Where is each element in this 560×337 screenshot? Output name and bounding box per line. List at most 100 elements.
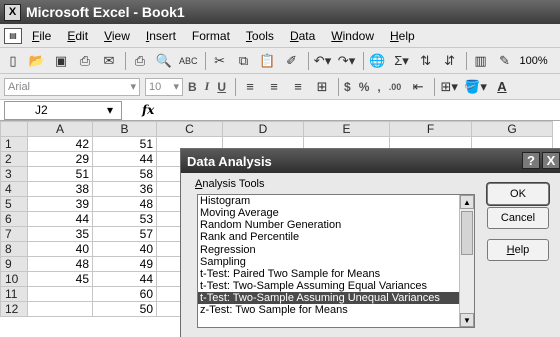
underline-button[interactable]: U bbox=[217, 80, 226, 94]
email-icon[interactable]: ✉ bbox=[100, 51, 118, 71]
list-item[interactable]: Regression bbox=[198, 244, 474, 256]
menu-file[interactable]: File bbox=[32, 29, 51, 43]
row-header[interactable]: 2 bbox=[0, 151, 28, 167]
list-item[interactable]: Histogram bbox=[198, 195, 474, 207]
menu-window[interactable]: Window bbox=[331, 29, 374, 43]
row-header[interactable]: 12 bbox=[0, 301, 28, 317]
autosum-icon[interactable]: Σ▾ bbox=[393, 51, 411, 71]
cell[interactable]: 53 bbox=[92, 211, 157, 227]
new-icon[interactable]: ▯ bbox=[4, 51, 22, 71]
font-name-select[interactable]: Arial ▾ bbox=[4, 77, 140, 96]
column-header[interactable]: E bbox=[303, 121, 390, 137]
italic-button[interactable]: I bbox=[205, 79, 210, 94]
bold-button[interactable]: B bbox=[188, 80, 197, 94]
cell[interactable]: 42 bbox=[27, 136, 93, 152]
drawing-icon[interactable]: ✎ bbox=[496, 51, 514, 71]
cell[interactable]: 60 bbox=[92, 286, 157, 302]
row-header[interactable]: 6 bbox=[0, 211, 28, 227]
row-header[interactable]: 7 bbox=[0, 226, 28, 242]
cell[interactable]: 40 bbox=[92, 241, 157, 257]
merge-center-icon[interactable]: ⊞ bbox=[313, 77, 331, 97]
cell[interactable]: 51 bbox=[92, 136, 157, 152]
cell[interactable]: 44 bbox=[27, 211, 93, 227]
cell[interactable]: 45 bbox=[27, 271, 93, 287]
list-item[interactable]: Random Number Generation bbox=[198, 219, 474, 231]
cell[interactable] bbox=[27, 301, 93, 317]
cell[interactable] bbox=[27, 286, 93, 302]
list-item[interactable]: Rank and Percentile bbox=[198, 231, 474, 243]
cell[interactable]: 29 bbox=[27, 151, 93, 167]
menu-view[interactable]: View bbox=[104, 29, 130, 43]
zoom-level[interactable]: 100% bbox=[520, 51, 548, 71]
row-header[interactable]: 11 bbox=[0, 286, 28, 302]
cell[interactable]: 36 bbox=[92, 181, 157, 197]
font-size-select[interactable]: 10 ▾ bbox=[145, 77, 183, 96]
spelling-icon[interactable]: ABC bbox=[179, 51, 198, 71]
column-header[interactable]: F bbox=[389, 121, 472, 137]
paste-icon[interactable]: 📋 bbox=[259, 51, 277, 71]
scroll-down-icon[interactable]: ▼ bbox=[460, 313, 474, 327]
column-header[interactable]: C bbox=[156, 121, 223, 137]
list-item[interactable]: t-Test: Paired Two Sample for Means bbox=[198, 268, 474, 280]
hyperlink-icon[interactable]: 🌐 bbox=[369, 51, 387, 71]
cut-icon[interactable]: ✂ bbox=[211, 51, 229, 71]
comma-button[interactable]: , bbox=[377, 80, 380, 94]
menu-tools[interactable]: Tools bbox=[246, 29, 274, 43]
cell[interactable]: 35 bbox=[27, 226, 93, 242]
chart-wizard-icon[interactable]: ▥ bbox=[472, 51, 490, 71]
percent-button[interactable]: % bbox=[359, 80, 370, 94]
row-header[interactable]: 8 bbox=[0, 241, 28, 257]
open-icon[interactable]: 📂 bbox=[28, 51, 46, 71]
align-right-icon[interactable]: ≡ bbox=[289, 77, 307, 97]
list-item[interactable]: t-Test: Two-Sample Assuming Equal Varian… bbox=[198, 280, 474, 292]
print-preview-icon[interactable]: 🔍 bbox=[155, 51, 173, 71]
function-icon[interactable]: fx bbox=[142, 103, 154, 117]
borders-icon[interactable]: ⊞▾ bbox=[440, 77, 458, 97]
close-icon[interactable]: X bbox=[542, 152, 560, 169]
font-color-icon[interactable]: A bbox=[493, 77, 511, 97]
cancel-button[interactable]: Cancel bbox=[487, 207, 549, 229]
select-all-corner[interactable] bbox=[0, 121, 28, 137]
analysis-tools-list[interactable]: Histogram Moving Average Random Number G… bbox=[197, 194, 475, 328]
sort-descending-icon[interactable]: ⇵ bbox=[441, 51, 459, 71]
list-scrollbar[interactable]: ▲ ▼ bbox=[459, 195, 474, 327]
cell[interactable]: 39 bbox=[27, 196, 93, 212]
column-header[interactable]: D bbox=[222, 121, 304, 137]
menu-format[interactable]: Format bbox=[192, 29, 230, 43]
ok-button[interactable]: OK bbox=[487, 183, 549, 205]
cell[interactable]: 49 bbox=[92, 256, 157, 272]
help-button[interactable]: Help bbox=[487, 239, 549, 261]
print-icon[interactable]: ⎙ bbox=[131, 51, 149, 71]
list-item[interactable]: z-Test: Two Sample for Means bbox=[198, 304, 474, 316]
list-item[interactable]: Sampling bbox=[198, 256, 474, 268]
help-icon[interactable]: ? bbox=[522, 152, 540, 169]
workbook-icon[interactable]: ▤ bbox=[4, 27, 22, 44]
fill-color-icon[interactable]: 🪣▾ bbox=[464, 77, 487, 97]
cell[interactable]: 40 bbox=[27, 241, 93, 257]
cell[interactable]: 51 bbox=[27, 166, 93, 182]
cell[interactable]: 58 bbox=[92, 166, 157, 182]
format-painter-icon[interactable]: ✐ bbox=[283, 51, 301, 71]
save-icon[interactable]: ▣ bbox=[52, 51, 70, 71]
row-header[interactable]: 5 bbox=[0, 196, 28, 212]
column-header[interactable]: B bbox=[92, 121, 157, 137]
cell[interactable]: 48 bbox=[92, 196, 157, 212]
redo-icon[interactable]: ↷▾ bbox=[338, 51, 356, 71]
name-box[interactable]: J2 ▾ bbox=[4, 100, 122, 120]
cell[interactable]: 57 bbox=[92, 226, 157, 242]
cell[interactable]: 44 bbox=[92, 151, 157, 167]
scroll-thumb[interactable] bbox=[461, 211, 473, 255]
menu-insert[interactable]: Insert bbox=[146, 29, 176, 43]
cell[interactable]: 44 bbox=[92, 271, 157, 287]
cell[interactable]: 38 bbox=[27, 181, 93, 197]
row-header[interactable]: 9 bbox=[0, 256, 28, 272]
row-header[interactable]: 3 bbox=[0, 166, 28, 182]
copy-icon[interactable]: ⧉ bbox=[235, 51, 253, 71]
cell[interactable]: 48 bbox=[27, 256, 93, 272]
excel-icon[interactable]: X bbox=[4, 3, 21, 21]
scroll-up-icon[interactable]: ▲ bbox=[460, 195, 474, 209]
align-left-icon[interactable]: ≡ bbox=[241, 77, 259, 97]
currency-button[interactable]: $ bbox=[344, 80, 351, 94]
cell[interactable]: 50 bbox=[92, 301, 157, 317]
row-header[interactable]: 10 bbox=[0, 271, 28, 287]
